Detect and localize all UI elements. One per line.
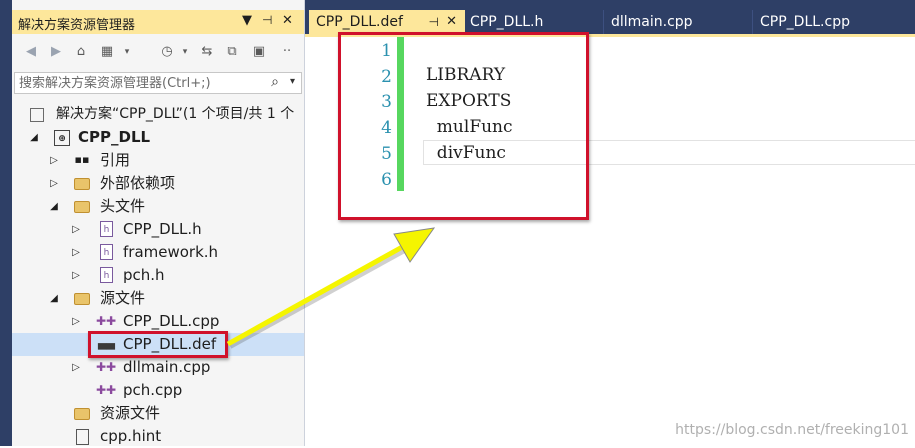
visual-studio-window: 解决方案资源管理器 ▼ ⊣ ✕ ◀ ▶ ⌂ ▦ ▾ ◷ ▾ ⇆ ⧉ ▣ ·· ⌕… — [0, 0, 915, 446]
search-input[interactable] — [19, 75, 264, 91]
tree-item-pch-h[interactable]: ▷ h pch.h — [12, 264, 304, 287]
tree-item-references[interactable]: ▷ ▪▪ 引用 — [12, 149, 304, 172]
tab-label: dllmain.cpp — [611, 14, 693, 30]
properties-icon[interactable]: ▣ — [250, 43, 268, 61]
collapsed-arrow-icon[interactable]: ▷ — [48, 149, 60, 172]
tree-item-project[interactable]: ◢ ⊕ CPP_DLL — [12, 126, 304, 149]
search-box[interactable]: ⌕ ▾ — [14, 72, 302, 94]
tree-item-cpp-dll-h[interactable]: ▷ h CPP_DLL.h — [12, 218, 304, 241]
tree-item-resource-files[interactable]: 资源文件 — [12, 402, 304, 425]
panel-menu-dropdown-icon[interactable]: ▼ — [242, 13, 252, 28]
collapsed-arrow-icon[interactable]: ▷ — [70, 218, 82, 241]
tree-item-cpp-dll-cpp[interactable]: ▷ ✚✚ CPP_DLL.cpp — [12, 310, 304, 333]
watermark: https://blog.csdn.net/freeking101 — [675, 422, 909, 438]
tree-item-external-deps[interactable]: ▷ 外部依赖项 — [12, 172, 304, 195]
solution-explorer-toolbar: ◀ ▶ ⌂ ▦ ▾ ◷ ▾ ⇆ ⧉ ▣ ·· — [12, 34, 304, 70]
home-icon[interactable]: ⌂ — [72, 43, 90, 61]
switch-dropdown-icon[interactable]: ▾ — [118, 43, 136, 61]
expanded-arrow-icon[interactable]: ◢ — [28, 126, 40, 149]
code-highlight-box — [338, 32, 589, 220]
search-options-dropdown-icon[interactable]: ▾ — [290, 76, 295, 87]
tree-item-cpp-hint[interactable]: cpp.hint — [12, 425, 304, 448]
tree-item-source-files[interactable]: ◢ 源文件 — [12, 287, 304, 310]
tab-cpp-dll-def[interactable]: CPP_DLL.def ⊣ ✕ — [309, 10, 465, 34]
cpp-file-icon: ✚✚ — [96, 383, 117, 397]
solution-explorer-title-bar: 解决方案资源管理器 ▼ ⊣ ✕ — [12, 10, 304, 34]
vs-switch-icon[interactable]: ▦ — [98, 43, 116, 61]
history-icon[interactable]: ◷ — [158, 43, 176, 61]
tab-label: CPP_DLL.h — [470, 14, 544, 30]
close-icon[interactable]: ✕ — [282, 13, 293, 28]
tree-item-pch-cpp[interactable]: ✚✚ pch.cpp — [12, 379, 304, 402]
search-icon[interactable]: ⌕ — [271, 74, 279, 90]
collapsed-arrow-icon[interactable]: ▷ — [70, 241, 82, 264]
folder-icon — [74, 201, 90, 213]
expanded-arrow-icon[interactable]: ◢ — [48, 195, 60, 218]
header-file-icon: h — [100, 267, 113, 283]
pin-icon[interactable]: ⊣ — [262, 13, 272, 27]
solution-explorer-panel: 解决方案资源管理器 ▼ ⊣ ✕ ◀ ▶ ⌂ ▦ ▾ ◷ ▾ ⇆ ⧉ ▣ ·· ⌕… — [12, 0, 305, 446]
header-file-icon: h — [100, 221, 113, 237]
collapsed-arrow-icon[interactable]: ▷ — [70, 310, 82, 333]
cpp-file-icon: ✚✚ — [96, 314, 117, 328]
solution-icon — [30, 108, 44, 122]
folder-icon — [74, 293, 90, 305]
tree-item-solution[interactable]: 解决方案“CPP_DLL”(1 个项目/共 1 个 — [12, 103, 304, 126]
collapse-icon[interactable]: ⧉ — [223, 43, 241, 61]
close-tab-icon[interactable]: ✕ — [446, 10, 457, 34]
tab-label: CPP_DLL.cpp — [760, 14, 850, 30]
sync-icon[interactable]: ⇆ — [198, 43, 216, 61]
collapsed-arrow-icon[interactable]: ▷ — [70, 264, 82, 287]
history-dropdown-icon[interactable]: ▾ — [176, 43, 194, 61]
header-file-icon: h — [100, 244, 113, 260]
more-icon[interactable]: ·· — [278, 43, 296, 61]
file-highlight-box — [88, 331, 228, 358]
references-icon: ▪▪ — [74, 153, 90, 166]
tab-cpp-dll-h[interactable]: CPP_DLL.h — [463, 10, 603, 34]
folder-icon — [74, 408, 90, 420]
document-tab-strip: CPP_DLL.def ⊣ ✕ CPP_DLL.h dllmain.cpp CP… — [305, 0, 915, 34]
tab-dllmain-cpp[interactable]: dllmain.cpp — [603, 10, 753, 34]
tab-cpp-dll-cpp[interactable]: CPP_DLL.cpp — [752, 10, 915, 34]
solution-tree: 解决方案“CPP_DLL”(1 个项目/共 1 个 ◢ ⊕ CPP_DLL ▷ … — [12, 100, 304, 446]
panel-title: 解决方案资源管理器 — [18, 18, 136, 33]
project-icon: ⊕ — [54, 130, 70, 146]
tab-label: CPP_DLL.def — [316, 14, 403, 30]
pin-tab-icon[interactable]: ⊣ — [429, 10, 439, 34]
collapsed-arrow-icon[interactable]: ▷ — [70, 356, 82, 379]
cpp-file-icon: ✚✚ — [96, 360, 117, 374]
tree-item-header-files[interactable]: ◢ 头文件 — [12, 195, 304, 218]
forward-icon[interactable]: ▶ — [47, 43, 65, 61]
external-deps-icon — [74, 178, 90, 190]
collapsed-arrow-icon[interactable]: ▷ — [48, 172, 60, 195]
back-icon[interactable]: ◀ — [22, 43, 40, 61]
hint-file-icon — [76, 429, 89, 445]
expanded-arrow-icon[interactable]: ◢ — [48, 287, 60, 310]
tree-item-dllmain-cpp[interactable]: ▷ ✚✚ dllmain.cpp — [12, 356, 304, 379]
tree-item-framework-h[interactable]: ▷ h framework.h — [12, 241, 304, 264]
left-frame-edge — [0, 0, 12, 446]
